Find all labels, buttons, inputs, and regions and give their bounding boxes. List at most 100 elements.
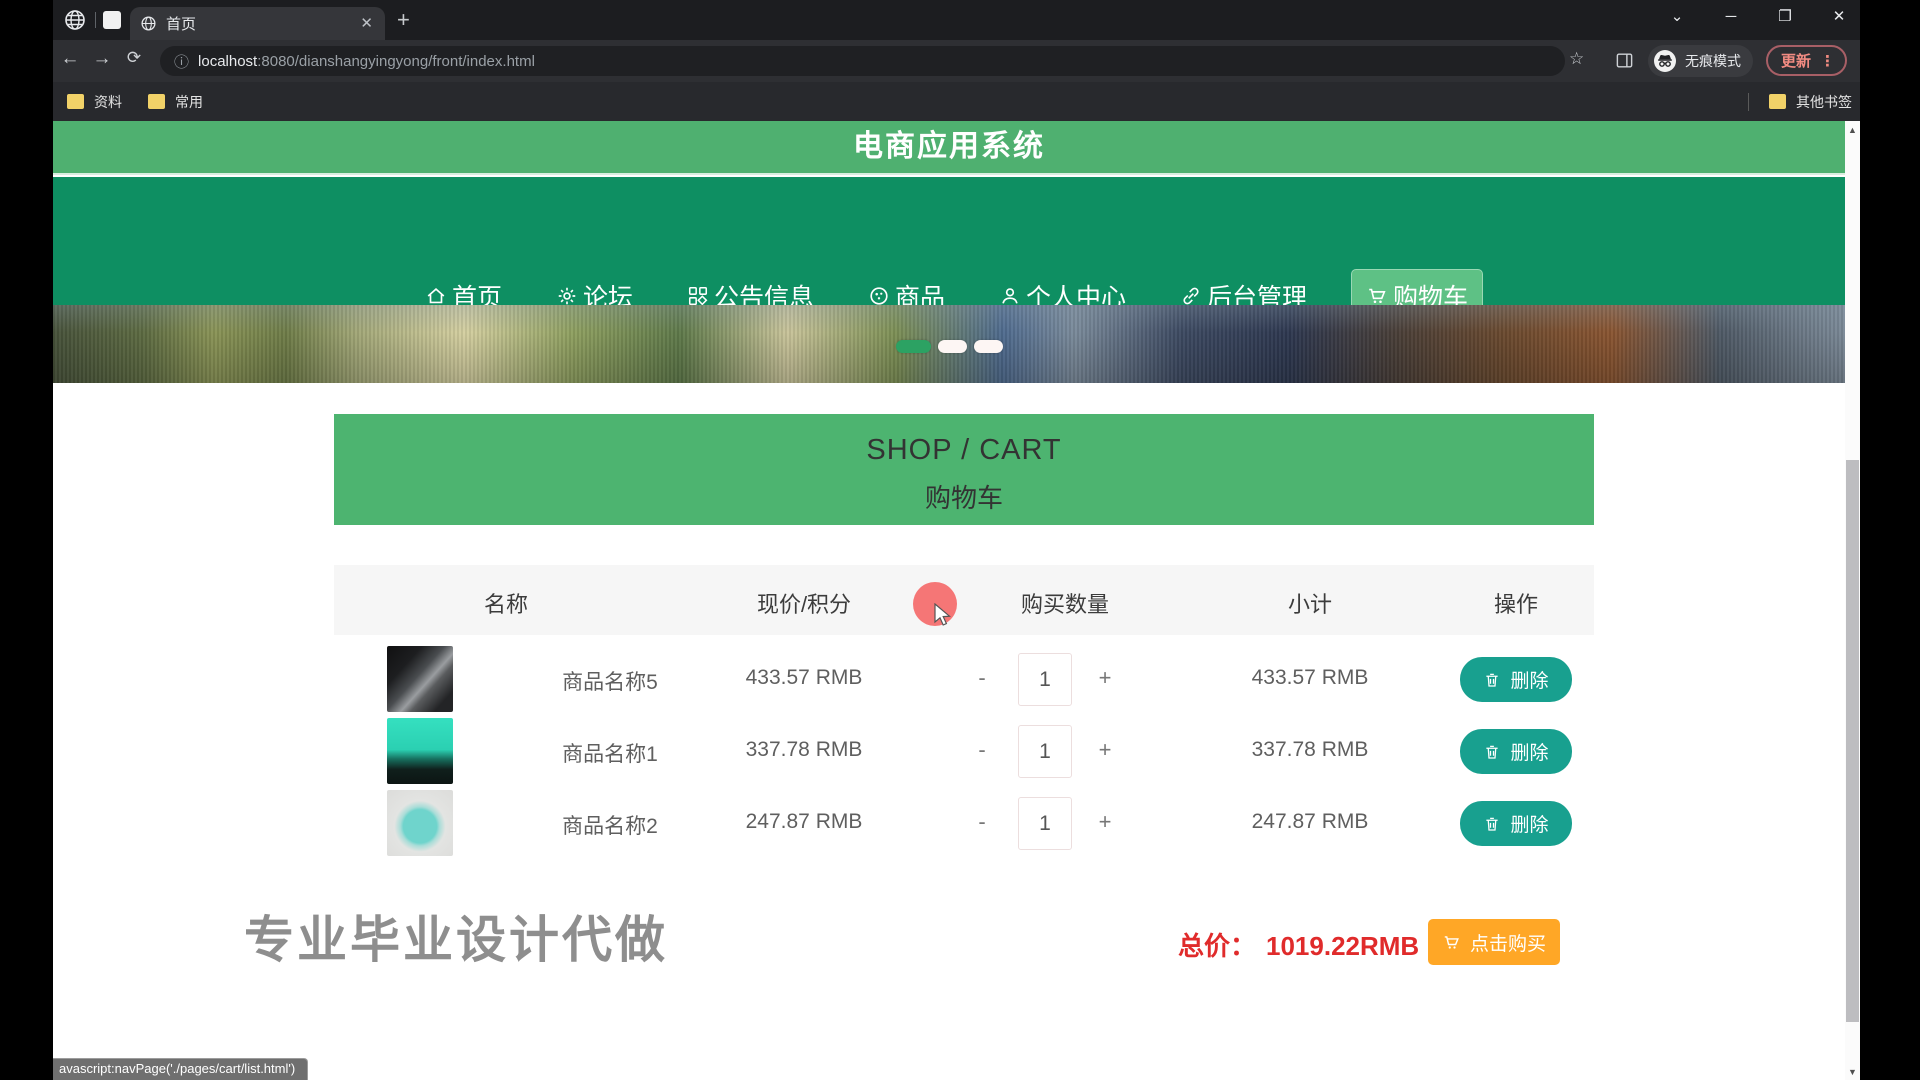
product-price: 433.57 RMB — [746, 666, 863, 690]
quantity-increase-button[interactable]: + — [1099, 737, 1112, 763]
home-icon — [425, 285, 447, 307]
incognito-icon — [1653, 49, 1677, 73]
bookmarks-left: 资料 常用 — [67, 82, 203, 121]
profile-icon — [999, 285, 1021, 307]
quantity-decrease-button[interactable]: - — [978, 737, 985, 763]
column-header: 小计 — [1288, 587, 1332, 619]
product-price: 337.78 RMB — [746, 738, 863, 762]
tab-close-icon[interactable]: ✕ — [358, 14, 375, 33]
url-text: localhost:8080/dianshangyingyong/front/i… — [198, 53, 535, 70]
window-restore-button[interactable]: ❐ — [1770, 7, 1800, 25]
page-scrollbar[interactable]: ▲ ▼ — [1845, 121, 1860, 1080]
carousel-dot-3[interactable] — [974, 340, 1003, 353]
cart-header-en: SHOP / CART — [334, 434, 1594, 467]
column-header: 名称 — [484, 587, 528, 619]
banner-image — [53, 305, 1845, 383]
incognito-label: 无痕模式 — [1685, 51, 1741, 71]
delete-button[interactable]: 删除 — [1460, 657, 1572, 702]
tab-title: 首页 — [166, 13, 358, 34]
product-price: 247.87 RMB — [746, 810, 863, 834]
scroll-up-icon[interactable]: ▲ — [1845, 125, 1860, 135]
total-label: 总价： — [1178, 931, 1256, 961]
product-subtotal: 433.57 RMB — [1252, 666, 1369, 690]
cart-table-header: 名称现价/积分购买数量小计操作 — [334, 565, 1594, 635]
quantity-decrease-button[interactable]: - — [978, 665, 985, 691]
product-subtotal: 337.78 RMB — [1252, 738, 1369, 762]
page-viewport: 电商应用系统 首页 论坛 公告信息 商品 个人中心 后台管理 购物车 — [53, 121, 1845, 1080]
quantity-increase-button[interactable]: + — [1099, 665, 1112, 691]
bookmark-item[interactable]: 常用 — [148, 92, 203, 112]
trash-icon — [1483, 815, 1501, 833]
forum-icon — [556, 285, 578, 307]
divider — [1748, 93, 1749, 111]
product-name: 商品名称5 — [562, 666, 658, 696]
browser-toolbar: ← → ⟳ ⓘ localhost:8080/dianshangyingyong… — [53, 40, 1860, 82]
reload-button[interactable]: ⟳ — [121, 48, 147, 68]
cart-row: 商品名称5 433.57 RMB - + 433.57 RMB 删除 — [334, 645, 1594, 714]
column-header: 现价/积分 — [757, 587, 851, 619]
product-image — [387, 790, 453, 856]
tab-home[interactable]: 首页 ✕ — [130, 7, 385, 40]
window-menu-chevron-icon[interactable]: ⌄ — [1662, 7, 1692, 25]
page-info-icon[interactable]: ⓘ — [174, 51, 189, 72]
total-value: 1019.22RMB — [1266, 931, 1419, 961]
carousel-dots — [53, 340, 1845, 353]
product-image — [387, 646, 453, 712]
folder-icon — [1769, 94, 1786, 109]
quantity-input[interactable] — [1018, 797, 1072, 850]
scrollbar-thumb[interactable] — [1846, 460, 1859, 1022]
cart-icon — [1366, 285, 1388, 307]
other-bookmarks-label: 其他书签 — [1796, 92, 1852, 112]
watermark-text: 专业毕业设计代做 — [244, 900, 668, 972]
buy-button-label: 点击购买 — [1470, 929, 1546, 956]
product-subtotal: 247.87 RMB — [1252, 810, 1369, 834]
window-controls: ⌄ ─ ❐ ✕ — [1662, 2, 1854, 30]
quantity-input[interactable] — [1018, 725, 1072, 778]
other-bookmarks[interactable]: 其他书签 — [1769, 92, 1852, 112]
cart-header-zh: 购物车 — [334, 478, 1594, 515]
announcement-icon — [687, 285, 709, 307]
admin-icon — [1180, 285, 1202, 307]
quantity-decrease-button[interactable]: - — [978, 809, 985, 835]
site-nav-bar: 首页 论坛 公告信息 商品 个人中心 后台管理 购物车 — [53, 177, 1845, 305]
trash-icon — [1483, 743, 1501, 761]
cart-row: 商品名称2 247.87 RMB - + 247.87 RMB 删除 — [334, 789, 1594, 858]
update-label: 更新 — [1781, 50, 1811, 71]
buy-button[interactable]: 点击购买 — [1428, 919, 1560, 965]
quantity-input[interactable] — [1018, 653, 1072, 706]
cart-panel-header: SHOP / CART 购物车 — [334, 414, 1594, 525]
tab-strip: 首页 ✕ + ⌄ ─ ❐ ✕ — [53, 0, 1860, 40]
new-tab-button[interactable]: + — [397, 9, 410, 31]
carousel-dot-2[interactable] — [938, 340, 967, 353]
back-button[interactable]: ← — [57, 48, 83, 70]
carousel-dot-1[interactable] — [896, 340, 931, 353]
address-bar[interactable]: ⓘ localhost:8080/dianshangyingyong/front… — [160, 46, 1565, 76]
bookmark-star-icon[interactable]: ☆ — [1569, 49, 1584, 69]
url-host: localhost — [198, 53, 257, 70]
product-name: 商品名称1 — [562, 738, 658, 768]
quantity-increase-button[interactable]: + — [1099, 809, 1112, 835]
window-minimize-button[interactable]: ─ — [1716, 8, 1746, 25]
browser-logo-globe-icon[interactable] — [63, 8, 87, 32]
delete-button[interactable]: 删除 — [1460, 801, 1572, 846]
divider — [95, 12, 96, 28]
bookmark-item[interactable]: 资料 — [67, 92, 122, 112]
status-bar-link-preview: avascript:navPage('./pages/cart/list.htm… — [53, 1058, 308, 1080]
side-panel-icon[interactable] — [1615, 51, 1634, 70]
cart-row: 商品名称1 337.78 RMB - + 337.78 RMB 删除 — [334, 717, 1594, 786]
delete-button[interactable]: 删除 — [1460, 729, 1572, 774]
product-image — [387, 718, 453, 784]
tab-favicon-globe-icon — [140, 15, 157, 32]
cart-total: 总价： 1019.22RMB — [1178, 926, 1419, 963]
update-button[interactable]: 更新 ⋮ — [1766, 45, 1847, 76]
trash-icon — [1483, 671, 1501, 689]
screen: 首页 ✕ + ⌄ ─ ❐ ✕ ← → ⟳ ⓘ localhost:8080/di… — [0, 0, 1920, 1080]
bookmarks-right: 其他书签 — [1748, 82, 1852, 121]
window-close-button[interactable]: ✕ — [1824, 7, 1854, 25]
square-icon[interactable] — [103, 11, 121, 29]
bookmarks-bar: 资料 常用 其他书签 — [53, 82, 1860, 121]
cart-icon — [1442, 933, 1461, 952]
browser-menu-dots-icon[interactable]: ⋮ — [1820, 52, 1835, 70]
scroll-down-icon[interactable]: ▼ — [1845, 1067, 1860, 1077]
forward-button[interactable]: → — [89, 48, 115, 70]
